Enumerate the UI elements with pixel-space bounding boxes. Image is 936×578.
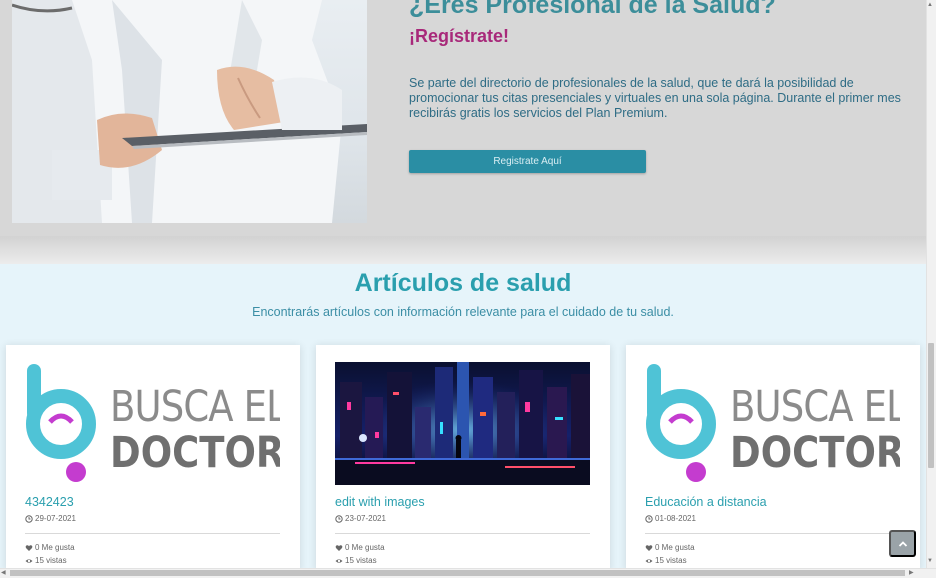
card-divider <box>645 533 900 534</box>
article-views: 15 vistas <box>645 556 687 565</box>
heart-icon <box>645 544 653 551</box>
article-date: 29-07-2021 <box>25 514 76 523</box>
logo-text-line2: DOCTOR <box>730 428 900 478</box>
article-views: 15 vistas <box>335 556 377 565</box>
article-card[interactable]: BUSCA EL DOCTOR 4342423 29-07-2021 0 Me … <box>6 345 300 570</box>
doctor-tablet-photo <box>12 0 367 223</box>
eye-icon <box>645 558 653 563</box>
heart-icon <box>335 544 343 551</box>
article-title[interactable]: Educación a distancia <box>645 495 767 509</box>
article-likes-text: 0 Me gusta <box>35 543 75 552</box>
scroll-up-arrow-icon[interactable]: ▲ <box>927 2 933 8</box>
chevron-up-icon <box>898 540 907 547</box>
article-card[interactable]: BUSCA EL DOCTOR Educación a distancia 01… <box>626 345 920 570</box>
article-views-text: 15 vistas <box>345 556 377 565</box>
scroll-left-arrow-icon[interactable]: ◀ <box>1 569 6 576</box>
clock-icon <box>335 514 343 523</box>
articles-section-title: Artículos de salud <box>354 269 572 297</box>
article-likes-text: 0 Me gusta <box>345 543 385 552</box>
heart-icon <box>25 544 33 551</box>
hero-bottom-shadow <box>0 236 926 264</box>
article-likes: 0 Me gusta <box>645 543 695 552</box>
scroll-right-arrow-icon[interactable]: ▶ <box>909 569 914 576</box>
article-likes: 0 Me gusta <box>25 543 75 552</box>
article-likes: 0 Me gusta <box>335 543 385 552</box>
horizontal-scrollbar-thumb[interactable] <box>10 570 905 576</box>
article-views: 15 vistas <box>25 556 67 565</box>
card-divider <box>25 533 280 534</box>
article-card[interactable]: edit with images 23-07-2021 0 Me gusta 1… <box>316 345 610 570</box>
register-button[interactable]: Registrate Aquí <box>409 150 646 173</box>
article-title[interactable]: edit with images <box>335 495 425 509</box>
article-image-cyberpunk-city[interactable] <box>335 362 590 485</box>
articles-section-subtitle: Encontrarás artículos con información re… <box>252 305 674 319</box>
eye-icon <box>335 558 343 563</box>
article-views-text: 15 vistas <box>35 556 67 565</box>
hero-title: ¿Eres Profesional de la Salud? <box>409 0 776 19</box>
busca-el-doctor-logo: BUSCA EL DOCTOR <box>645 362 900 485</box>
article-title[interactable]: 4342423 <box>25 495 74 509</box>
article-date: 23-07-2021 <box>335 514 386 523</box>
logo-text-line1: BUSCA EL <box>730 382 900 432</box>
card-divider <box>335 533 590 534</box>
article-likes-text: 0 Me gusta <box>655 543 695 552</box>
clock-icon <box>25 514 33 523</box>
vertical-scrollbar[interactable] <box>926 0 936 578</box>
busca-el-doctor-logo: BUSCA EL DOCTOR <box>25 362 280 485</box>
article-date-text: 23-07-2021 <box>345 514 386 523</box>
article-date-text: 01-08-2021 <box>655 514 696 523</box>
article-image-busca-el-doctor-logo[interactable]: BUSCA EL DOCTOR <box>25 362 280 485</box>
eye-icon <box>25 558 33 563</box>
cyberpunk-city-image <box>335 362 590 485</box>
vertical-scrollbar-thumb[interactable] <box>928 343 934 468</box>
scroll-to-top-button[interactable] <box>889 530 916 557</box>
article-date: 01-08-2021 <box>645 514 696 523</box>
scroll-down-arrow-icon[interactable]: ▼ <box>927 558 933 564</box>
hero-subtitle: ¡Regístrate! <box>409 26 510 46</box>
article-date-text: 29-07-2021 <box>35 514 76 523</box>
logo-text-line1: BUSCA EL <box>110 382 280 432</box>
hero-description: Se parte del directorio de profesionales… <box>409 76 901 120</box>
article-image-busca-el-doctor-logo[interactable]: BUSCA EL DOCTOR <box>645 362 900 485</box>
logo-text-line2: DOCTOR <box>110 428 280 478</box>
article-views-text: 15 vistas <box>655 556 687 565</box>
clock-icon <box>645 514 653 523</box>
